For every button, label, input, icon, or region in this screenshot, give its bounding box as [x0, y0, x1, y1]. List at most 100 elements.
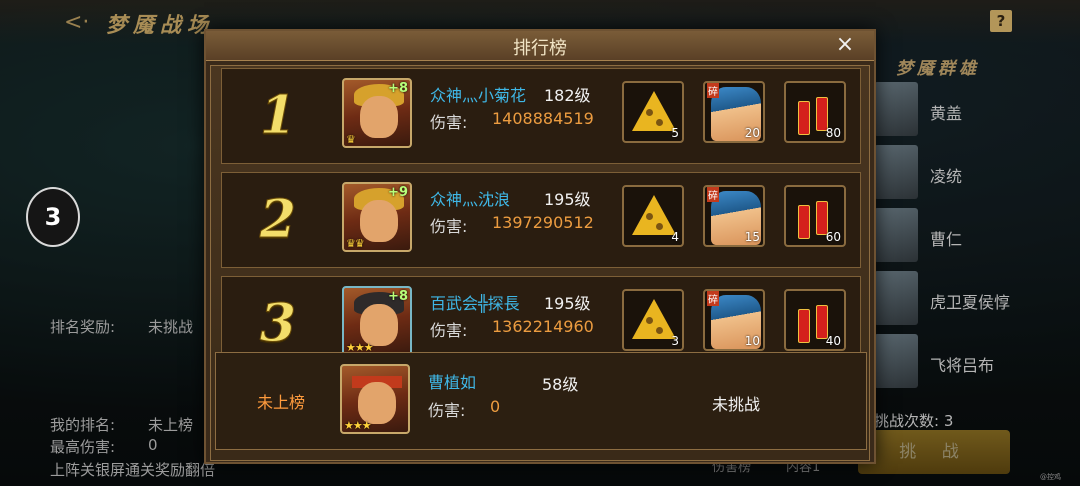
player-level: 195级 — [544, 294, 591, 313]
reward-count: 5 — [671, 126, 679, 140]
reward-cheese[interactable]: 4 — [622, 185, 684, 247]
hero-face — [360, 304, 398, 346]
bonus-text: 上阵关银屏通关奖励翻倍 — [50, 461, 216, 479]
cheese-hole — [656, 223, 663, 230]
reward-hero-shard[interactable]: 碎 15 — [703, 185, 765, 247]
reward-count: 40 — [825, 334, 841, 348]
shard-tag: 碎 — [707, 83, 719, 98]
damage-label: 伤害: — [428, 401, 466, 420]
damage-value: 0 — [490, 397, 501, 416]
my-rank-row: 未上榜 ★★★ 曹植如 58级 伤害: 0 未挑战 — [215, 352, 867, 450]
boss-name: 虎卫夏侯惇 — [930, 293, 1011, 312]
back-arrow-icon[interactable]: <· — [64, 10, 89, 35]
rank-reward-value: 未挑战 — [148, 318, 194, 336]
boss-portrait — [874, 208, 918, 262]
boss-panel: 梦魇群雄 黄盖 凌统 曹仁 虎卫夏侯惇 飞将吕布 — [872, 40, 1032, 400]
boss-item[interactable]: 黄盖 — [874, 82, 1024, 140]
challenge-button[interactable]: 挑 战 — [858, 430, 1010, 474]
boss-name: 曹仁 — [930, 230, 963, 249]
boss-name: 飞将吕布 — [930, 356, 995, 375]
leaderboard-row: 2 +9 ♛♛ 众神灬沈浪 195级 伤害: 1397290512 4 碎 15 — [221, 172, 861, 268]
hero-upgrade-level: +9 — [388, 185, 408, 200]
player-name: 百武会╬探長 — [430, 294, 520, 313]
cheese-icon — [632, 91, 676, 131]
damage-label: 伤害: — [430, 217, 468, 236]
reward-count: 80 — [825, 126, 841, 140]
round-badge[interactable]: 3 — [26, 187, 80, 247]
best-damage-label: 最高伤害: — [50, 438, 116, 456]
damage-value: 1362214960 — [492, 317, 594, 336]
rank-number: 3 — [259, 293, 297, 355]
shard-tag: 碎 — [707, 291, 719, 306]
my-rank-status: 未上榜 — [256, 393, 305, 412]
damage-value: 1408884519 — [492, 109, 594, 128]
reward-count: 4 — [671, 230, 679, 244]
damage-label: 伤害: — [430, 321, 468, 340]
boss-item[interactable]: 曹仁 — [874, 208, 1024, 266]
hero-portrait[interactable]: +9 ♛♛ — [342, 182, 412, 252]
hero-face — [360, 200, 398, 242]
leaderboard-list[interactable]: 1 +8 ♛ 众神灬小菊花 182级 伤害: 1408884519 5 碎 20 — [210, 65, 870, 461]
boss-portrait — [874, 145, 918, 199]
leaderboard-modal: 排行榜 × 1 +8 ♛ 众神灬小菊花 182级 伤害: 1408884519 … — [204, 29, 876, 464]
challenge-status: 未挑战 — [712, 395, 761, 414]
hero-portrait[interactable]: +8 ★★★ — [342, 286, 412, 356]
leaderboard-row: 1 +8 ♛ 众神灬小菊花 182级 伤害: 1408884519 5 碎 20 — [221, 68, 861, 164]
hero-portrait[interactable]: +8 ♛ — [342, 78, 412, 148]
hero-portrait[interactable]: ★★★ — [340, 364, 410, 434]
hero-face — [360, 96, 398, 138]
cheese-icon — [632, 195, 676, 235]
firecracker-icon — [798, 205, 810, 239]
reward-count: 3 — [671, 334, 679, 348]
reward-count: 60 — [825, 230, 841, 244]
reward-hero-shard[interactable]: 碎 20 — [703, 81, 765, 143]
page-title: 梦魇战场 — [106, 12, 214, 37]
hero-upgrade-level: +8 — [388, 81, 408, 96]
player-level: 58级 — [542, 375, 579, 394]
challenge-count: 挑战次数: 3 — [874, 412, 954, 430]
boss-name: 黄盖 — [930, 104, 963, 123]
damage-label: 伤害: — [430, 113, 468, 132]
cheese-hole — [646, 213, 653, 220]
rank-number: 2 — [259, 189, 297, 251]
cheese-hole — [656, 119, 663, 126]
best-damage-value: 0 — [148, 436, 158, 454]
rank-reward-label: 排名奖励: — [50, 318, 116, 336]
reward-hero-shard[interactable]: 碎 10 — [703, 289, 765, 351]
player-name: 众神灬沈浪 — [430, 190, 511, 209]
player-name: 众神灬小菊花 — [430, 86, 527, 105]
reward-count: 10 — [744, 334, 760, 348]
cheese-hole — [656, 327, 663, 334]
boss-item[interactable]: 凌统 — [874, 145, 1024, 203]
reward-count: 15 — [744, 230, 760, 244]
cheese-hole — [646, 317, 653, 324]
shard-tag: 碎 — [707, 187, 719, 202]
my-rank-value: 未上榜 — [148, 416, 194, 434]
crown-icon: ♛♛ — [346, 237, 365, 250]
reward-cheese[interactable]: 3 — [622, 289, 684, 351]
player-level: 195级 — [544, 190, 591, 209]
reward-firecracker[interactable]: 40 — [784, 289, 846, 351]
hero-upgrade-level: +8 — [388, 289, 408, 304]
reward-firecracker[interactable]: 60 — [784, 185, 846, 247]
player-level: 182级 — [544, 86, 591, 105]
modal-title: 排行榜 — [513, 38, 567, 59]
reward-firecracker[interactable]: 80 — [784, 81, 846, 143]
damage-value: 1397290512 — [492, 213, 594, 232]
boss-portrait — [874, 334, 918, 388]
cheese-hole — [646, 109, 653, 116]
boss-portrait — [874, 82, 918, 136]
help-icon[interactable]: ? — [990, 10, 1012, 32]
boss-panel-title: 梦魇群雄 — [896, 59, 980, 79]
close-icon[interactable]: × — [832, 32, 858, 58]
rank-number: 1 — [259, 85, 297, 147]
hero-face — [358, 382, 396, 424]
reward-cheese[interactable]: 5 — [622, 81, 684, 143]
player-name: 曹植如 — [428, 373, 477, 392]
cheese-icon — [632, 299, 676, 339]
star-icon: ★★★ — [344, 419, 372, 432]
boss-item[interactable]: 虎卫夏侯惇 — [874, 271, 1024, 329]
boss-item[interactable]: 飞将吕布 — [874, 334, 1024, 392]
boss-name: 凌统 — [930, 167, 963, 186]
crown-icon: ♛ — [346, 133, 356, 146]
